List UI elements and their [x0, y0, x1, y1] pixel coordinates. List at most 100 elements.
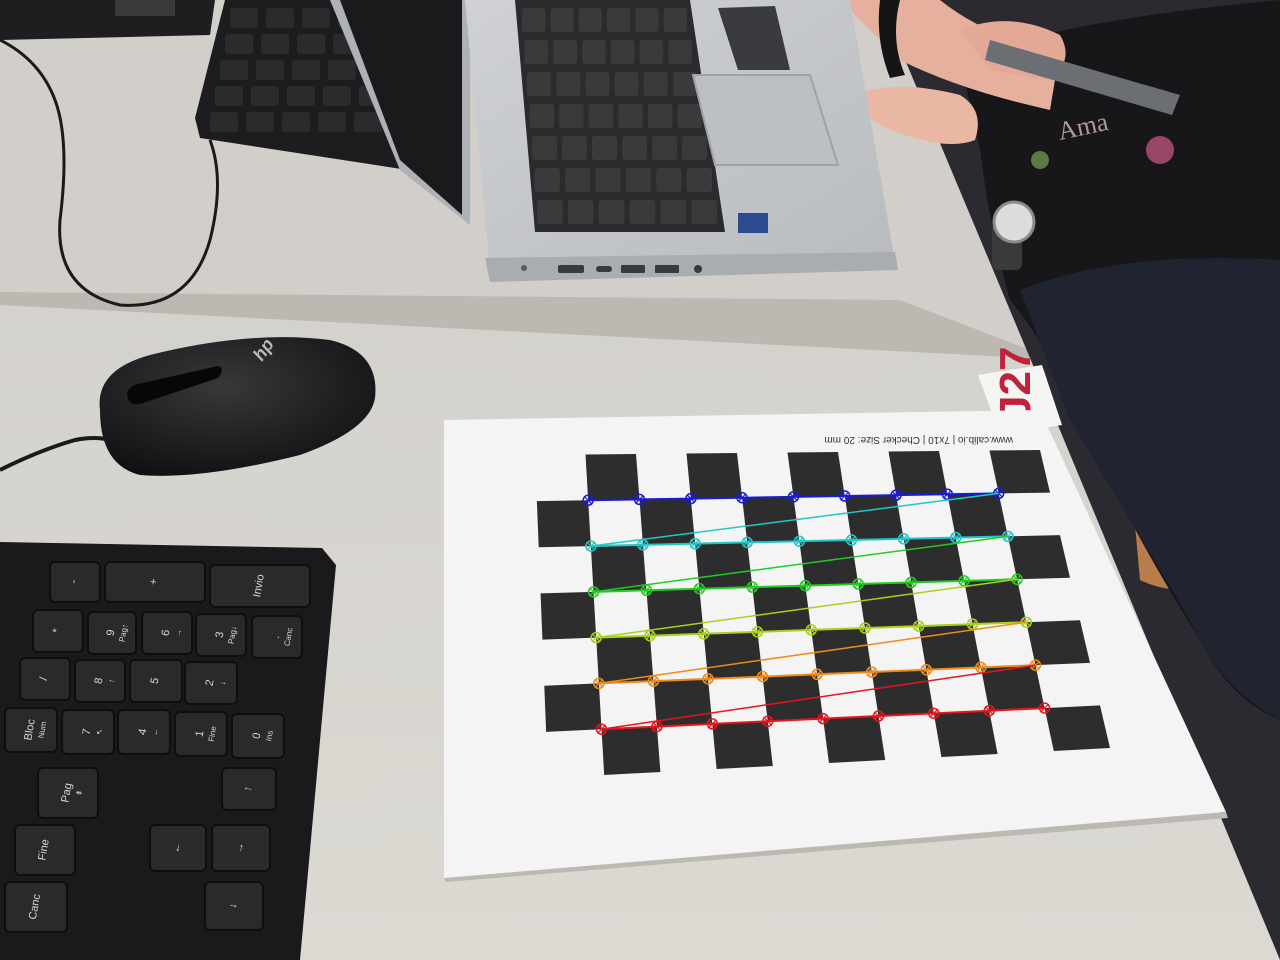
laptop-key — [635, 8, 659, 32]
keyboard-key-k5: 5 — [129, 659, 183, 703]
laptop-key — [607, 8, 631, 32]
keyboard-key-k2: 2 ↓ — [184, 661, 238, 705]
keyboard-key-k7: 7 ↖ — [61, 709, 115, 755]
back-keyboard-key — [215, 86, 243, 106]
checker-square — [695, 542, 753, 589]
shirt-flower-2 — [1031, 151, 1049, 169]
laptop-key — [643, 72, 668, 96]
laptop-key — [537, 200, 563, 224]
checker-square — [787, 452, 845, 497]
laptop-key — [595, 168, 621, 192]
checker-square — [844, 495, 904, 540]
laptop-key — [598, 200, 625, 224]
monitor-stand — [115, 0, 175, 16]
laptop-key — [656, 168, 682, 192]
laptop-key — [668, 40, 692, 64]
keyboard-key-fine: Fine — [14, 824, 76, 876]
checker-square — [903, 537, 965, 583]
keyboard-key-k8: 8 ↑ — [74, 659, 126, 703]
laptop-port-usbc — [596, 266, 612, 272]
checker-square — [712, 721, 773, 769]
laptop-key — [663, 8, 687, 32]
checker-square — [1026, 620, 1090, 666]
laptop-key — [585, 72, 610, 96]
laptop-key — [527, 72, 552, 96]
checker-square — [858, 582, 919, 628]
back-keyboard-key — [318, 112, 346, 132]
checker-square — [686, 453, 743, 499]
checker-square — [1007, 535, 1070, 580]
laptop-sticker — [738, 213, 768, 233]
keyboard-key-k4: 4 ← — [117, 709, 171, 755]
checker-square — [601, 726, 661, 775]
back-keyboard-key — [323, 86, 351, 106]
laptop-key — [588, 104, 614, 128]
laptop-key — [553, 40, 577, 64]
keyboard-key-label: → — [233, 841, 247, 854]
laptop-key — [686, 168, 712, 192]
laptop-port-hdmi — [558, 265, 584, 273]
laptop-key — [524, 40, 549, 64]
laptop-key — [567, 200, 594, 224]
back-keyboard-key — [210, 112, 238, 132]
laptop-key — [691, 200, 717, 224]
checker-square — [989, 450, 1050, 494]
laptop-key — [618, 104, 643, 128]
back-keyboard-key — [230, 8, 258, 28]
checker-square — [585, 454, 640, 501]
checker-square — [947, 493, 1008, 538]
photo-scene: Ama hp J27 www.calib.io | 7x10 | Checker… — [0, 0, 1280, 960]
laptop-key — [592, 136, 617, 160]
laptop-key — [550, 8, 574, 32]
laptop-key — [622, 136, 647, 160]
keyboard-key-sublabel: Ins — [264, 730, 275, 742]
checker-square — [1044, 705, 1110, 751]
checker-square — [933, 710, 998, 757]
laptop-key — [614, 72, 639, 96]
laptop-key — [629, 200, 656, 224]
checker-square — [544, 683, 602, 732]
checker-square — [871, 669, 934, 716]
watch-face — [992, 200, 1036, 244]
back-keyboard-key — [225, 34, 253, 54]
keyboard-key-slash: / — [19, 657, 71, 701]
laptop-power-light — [521, 265, 527, 271]
laptop-port-usb2 — [655, 265, 679, 273]
laptop-key — [564, 168, 591, 192]
laptop-key — [532, 136, 557, 160]
keyboard-key-k1: 1 Fine — [174, 711, 228, 757]
back-keyboard-key — [251, 86, 279, 106]
keyboard-key-k0: 0 Ins — [231, 713, 285, 759]
keyboard-key-k9: 9 Pag↑ — [87, 611, 137, 655]
back-keyboard-key — [256, 60, 284, 80]
keyboard-key-bloc: BlocNum — [4, 707, 58, 753]
laptop-key — [639, 40, 664, 64]
laptop-key — [625, 168, 652, 192]
back-keyboard-key — [261, 34, 289, 54]
paper-header-text: www.calib.io | 7x10 | Checker Size: 20 m… — [824, 434, 1014, 445]
laptop-port-usb1 — [621, 265, 645, 273]
checker-square — [646, 588, 704, 636]
back-keyboard-key — [266, 8, 294, 28]
keyboard-key-dot: . Canc — [251, 615, 303, 659]
back-keyboard-key — [302, 8, 330, 28]
keyboard-key-canc: Canc — [4, 881, 68, 933]
shirt-flower — [1146, 136, 1174, 164]
laptop-key — [647, 104, 673, 128]
laptop-port-audio — [694, 265, 702, 273]
checker-square — [888, 451, 948, 496]
laptop-key — [582, 40, 606, 64]
keyboard-key-minus: - — [49, 561, 101, 603]
back-keyboard-key — [292, 60, 320, 80]
checker-square — [590, 544, 647, 592]
keyboard-key-sublabel: ← — [150, 727, 160, 736]
checker-square — [823, 716, 886, 763]
keyboard-key-arrow-up: ↑ — [221, 767, 277, 811]
laptop-key — [562, 136, 587, 160]
laptop-key — [652, 136, 677, 160]
back-keyboard-key — [282, 112, 310, 132]
keyboard-key-k6: 6 → — [141, 611, 193, 655]
back-keyboard-key — [246, 112, 274, 132]
back-keyboard-key — [328, 60, 356, 80]
keyboard-key-label: ← — [170, 841, 184, 854]
